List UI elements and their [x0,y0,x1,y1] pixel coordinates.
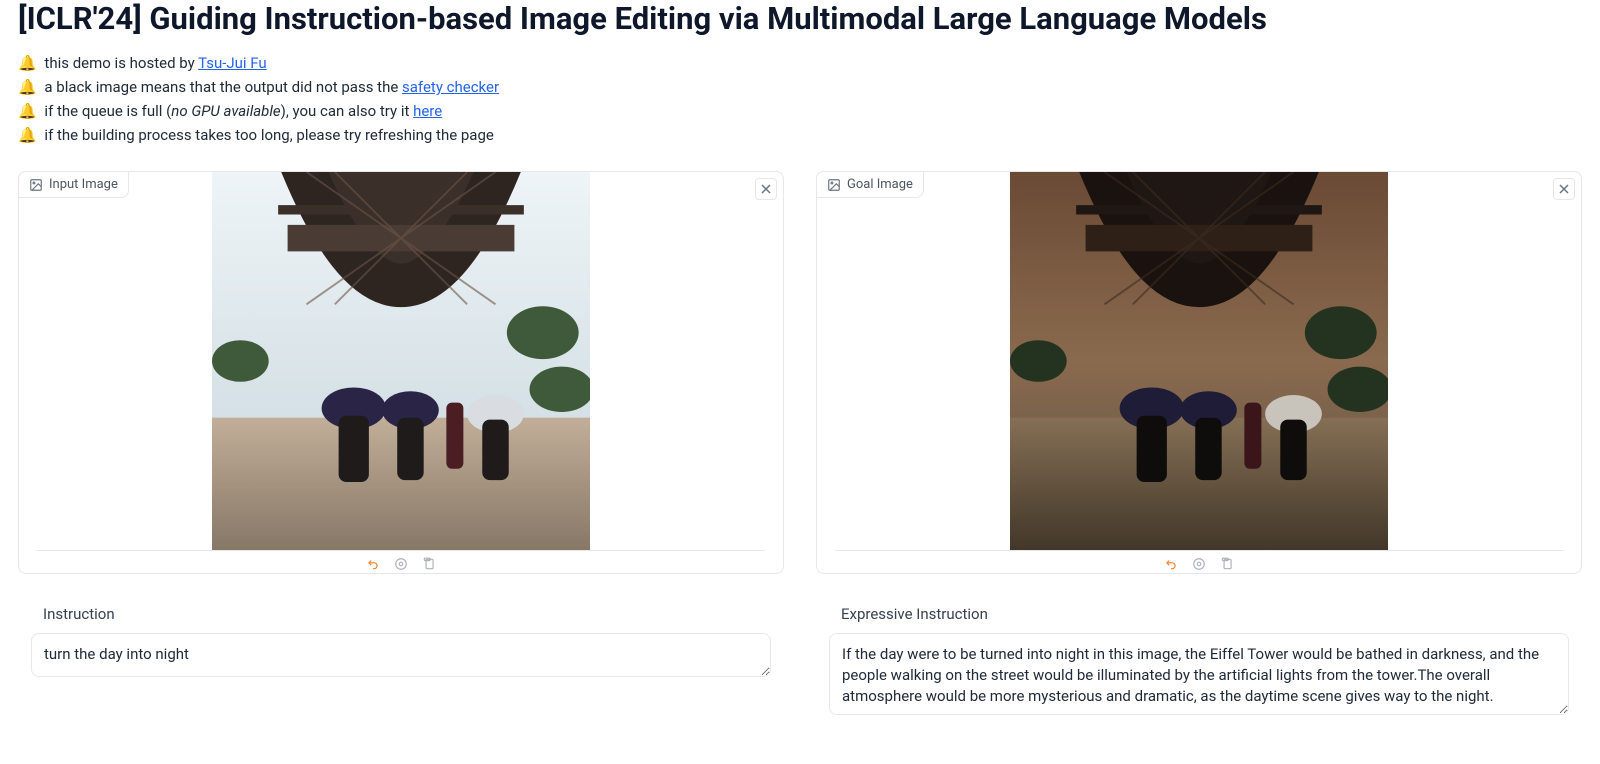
intro-text: if the queue is full ( [44,102,171,120]
input-image-area[interactable] [19,172,783,550]
intro-line-4: 🔔 if the building process takes too long… [18,123,1582,147]
text-row: Instruction Expressive Instruction [18,592,1582,728]
expressive-block: Expressive Instruction [829,605,1569,715]
goal-image-area[interactable] [817,172,1581,550]
intro-text: ), you can also try it [281,102,413,120]
bell-icon: 🔔 [18,54,37,72]
close-icon [1559,184,1569,194]
edit-icon[interactable] [394,557,408,571]
goal-image-label: Goal Image [847,177,913,192]
intro-text: a black image means that the output did … [44,78,402,96]
input-image-close-button[interactable] [755,178,777,200]
clipboard-icon[interactable] [1220,557,1234,571]
expressive-input[interactable] [829,633,1569,715]
goal-image-badge: Goal Image [816,171,924,198]
undo-icon[interactable] [366,557,380,571]
image-icon [29,178,43,192]
instruction-block: Instruction [31,605,771,677]
goal-image-close-button[interactable] [1553,178,1575,200]
expressive-label: Expressive Instruction [829,605,1569,623]
instruction-label: Instruction [31,605,771,623]
link-safety-checker[interactable]: safety checker [402,78,499,96]
bell-icon: 🔔 [18,102,37,120]
page-title: [ICLR'24] Guiding Instruction-based Imag… [18,0,1582,37]
edit-icon[interactable] [1192,557,1206,571]
intro-line-1: 🔔 this demo is hosted by Tsu-Jui Fu [18,51,1582,75]
image-icon [827,178,841,192]
intro-line-3: 🔔 if the queue is full (no GPU available… [18,99,1582,123]
link-author[interactable]: Tsu-Jui Fu [198,54,267,72]
intro-text: if the building process takes too long, … [44,126,493,144]
link-alt-host[interactable]: here [413,102,442,120]
input-image-toolbar [19,551,783,573]
input-image-badge: Input Image [18,171,129,198]
goal-image-toolbar [817,551,1581,573]
bell-icon: 🔔 [18,78,37,96]
clipboard-icon[interactable] [422,557,436,571]
close-icon [761,184,771,194]
instruction-input[interactable] [31,633,771,677]
intro-line-2: 🔔 a black image means that the output di… [18,75,1582,99]
input-image-panel: Input Image [18,171,784,574]
bell-icon: 🔔 [18,126,37,144]
intro-block: 🔔 this demo is hosted by Tsu-Jui Fu 🔔 a … [18,51,1582,147]
intro-text: this demo is hosted by [44,54,198,72]
image-row: Input Image [18,171,1582,574]
input-image-label: Input Image [49,177,118,192]
goal-image-panel: Goal Image [816,171,1582,574]
undo-icon[interactable] [1164,557,1178,571]
intro-em: no GPU available [171,102,280,120]
